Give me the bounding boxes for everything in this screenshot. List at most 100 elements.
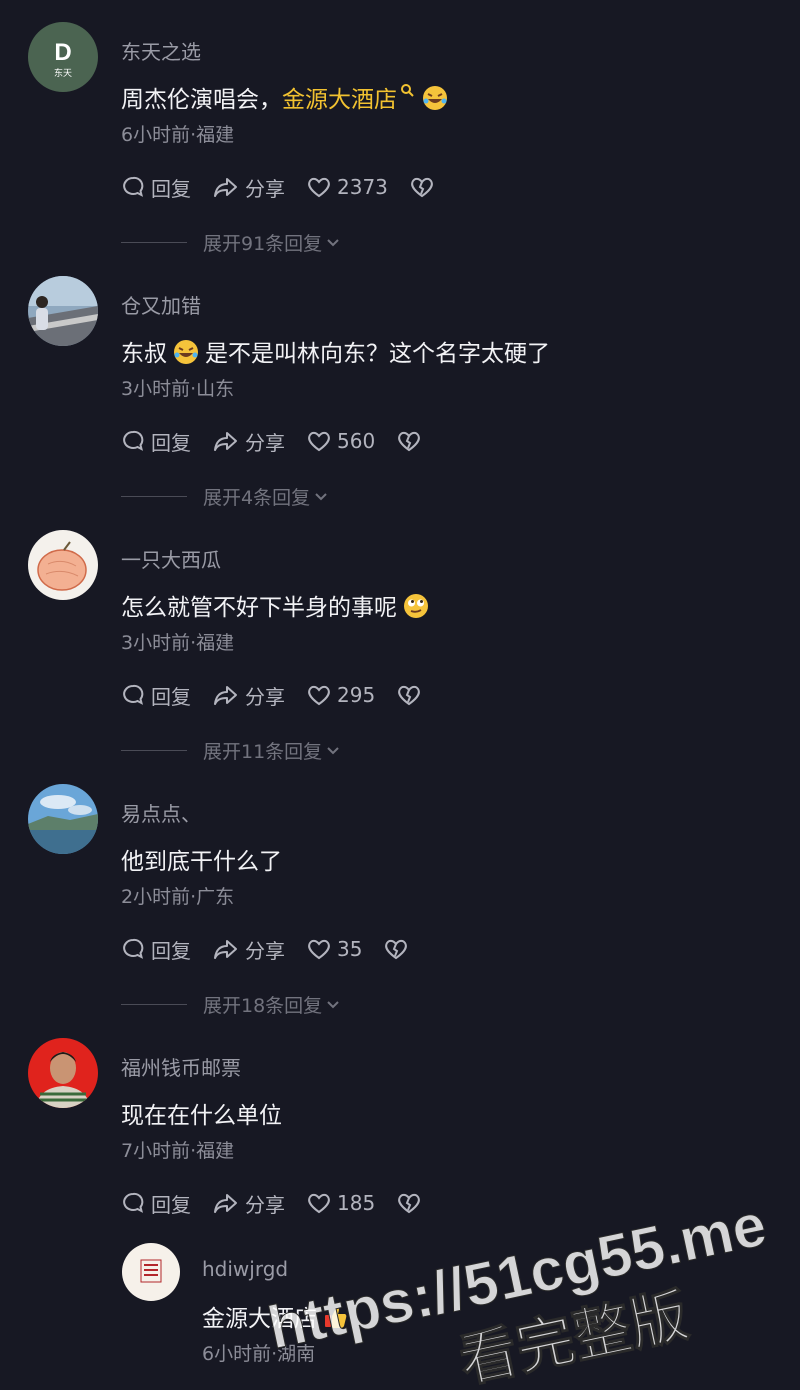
comment-text: 怎么就管不好下半身的事呢: [121, 588, 429, 622]
username[interactable]: 仓又加错: [121, 290, 201, 319]
eye-roll-emoji: [404, 594, 428, 618]
reply-button[interactable]: 回复: [121, 935, 191, 964]
share-label: 分享: [245, 938, 285, 963]
avatar-sub-text: 东天: [54, 67, 72, 79]
reply-button[interactable]: 回复: [121, 681, 191, 710]
username[interactable]: 东天之选: [121, 36, 201, 65]
broken-heart-icon: [398, 1193, 421, 1214]
username[interactable]: 一只大西瓜: [121, 544, 221, 573]
avatar[interactable]: [28, 530, 98, 600]
avatar[interactable]: [28, 784, 98, 854]
divider: [121, 750, 187, 751]
expand-label: 展开91条回复: [203, 233, 323, 255]
dislike-button[interactable]: [397, 1192, 427, 1214]
comment-text-part: 金源大酒店: [202, 1306, 317, 1332]
share-label: 分享: [245, 430, 285, 455]
timestamp-location: 6小时前·湖南: [202, 1343, 316, 1365]
reply-icon: [123, 430, 144, 451]
search-icon[interactable]: [400, 83, 416, 101]
reply-label: 回复: [151, 430, 191, 455]
timestamp-location: 2小时前·广东: [121, 886, 235, 908]
share-icon: [214, 1194, 237, 1213]
share-button[interactable]: 分享: [213, 935, 285, 964]
reply-label: 回复: [151, 684, 191, 709]
heart-icon: [308, 685, 330, 706]
expand-replies[interactable]: 展开91条回复: [121, 229, 340, 256]
share-button[interactable]: 分享: [213, 173, 285, 202]
broken-heart-icon: [385, 939, 408, 960]
broken-heart-icon: [398, 431, 421, 452]
reply-icon: [123, 176, 144, 197]
divider: [121, 496, 187, 497]
reply-button[interactable]: 回复: [121, 173, 191, 202]
share-label: 分享: [245, 176, 285, 201]
avatar[interactable]: D 东天: [28, 22, 98, 92]
like-count: 185: [337, 1191, 376, 1215]
like-button[interactable]: 295: [307, 683, 375, 707]
like-button[interactable]: 35: [307, 937, 362, 961]
heart-icon: [308, 1193, 330, 1214]
action-bar: 回复 分享 295: [121, 680, 449, 710]
action-bar: 回复 分享 35: [121, 934, 436, 964]
comment-text: 现在在什么单位: [121, 1103, 282, 1129]
dislike-button[interactable]: [397, 430, 427, 452]
heart-icon: [308, 431, 330, 452]
like-button[interactable]: 560: [307, 429, 375, 453]
dislike-button[interactable]: [410, 176, 440, 198]
comment-text-part: 是不是叫林向东？这个名字太硬了: [205, 341, 550, 367]
rofl-emoji: [174, 340, 198, 364]
expand-label: 展开4条回复: [203, 487, 311, 509]
comment-item: 一只大西瓜 怎么就管不好下半身的事呢 3小时前·福建 回复 分享 295 展开1…: [0, 530, 800, 784]
share-label: 分享: [245, 1192, 285, 1217]
comment-item: 仓又加错 东叔 是不是叫林向东？这个名字太硬了 3小时前·山东 回复 分享 560…: [0, 276, 800, 530]
reply-label: 回复: [151, 176, 191, 201]
heart-icon: [308, 939, 330, 960]
comment-text-part: 怎么就管不好下半身的事呢: [121, 595, 397, 621]
dislike-button[interactable]: [384, 938, 414, 960]
chevron-down-icon: [327, 238, 339, 246]
like-button[interactable]: 185: [307, 1191, 375, 1215]
hotel-link[interactable]: 金源大酒店: [282, 87, 397, 113]
comment-text: 周杰伦演唱会，金源大酒店: [121, 80, 448, 114]
share-icon: [214, 940, 237, 959]
reply-icon: [123, 684, 144, 705]
comment-item: 易点点、 他到底干什么了 2小时前·广东 回复 分享 35 展开18条回复: [0, 784, 800, 1038]
timestamp-location: 7小时前·福建: [121, 1140, 235, 1162]
comment-text-part: 东叔: [121, 341, 167, 367]
avatar[interactable]: [28, 276, 98, 346]
broken-heart-icon: [411, 177, 433, 198]
username[interactable]: 易点点、: [121, 798, 201, 827]
chevron-down-icon: [327, 1000, 339, 1008]
reply-label: 回复: [151, 938, 191, 963]
reply-icon: [123, 1192, 144, 1213]
timestamp-location: 6小时前·福建: [121, 124, 235, 146]
avatar[interactable]: [28, 1038, 98, 1108]
share-button[interactable]: 分享: [213, 1189, 285, 1218]
expand-label: 展开11条回复: [203, 741, 323, 763]
comment-text: 他到底干什么了: [121, 849, 282, 875]
expand-replies[interactable]: 展开4条回复: [121, 483, 328, 510]
timestamp-location: 3小时前·山东: [121, 378, 235, 400]
reply-icon: [123, 938, 144, 959]
reply-button[interactable]: 回复: [121, 427, 191, 456]
timestamp-location: 3小时前·福建: [121, 632, 235, 654]
divider: [121, 242, 187, 243]
share-button[interactable]: 分享: [213, 427, 285, 456]
divider: [121, 1004, 187, 1005]
chevron-down-icon: [327, 746, 339, 754]
share-icon: [214, 686, 237, 705]
like-count: 35: [337, 937, 363, 961]
username[interactable]: 福州钱币邮票: [121, 1052, 241, 1081]
expand-replies[interactable]: 展开18条回复: [121, 991, 340, 1018]
broken-heart-icon: [398, 685, 421, 706]
username[interactable]: hdiwjrgd: [202, 1257, 288, 1281]
rofl-emoji: [423, 86, 447, 110]
share-button[interactable]: 分享: [213, 681, 285, 710]
share-label: 分享: [245, 684, 285, 709]
dislike-button[interactable]: [397, 684, 427, 706]
avatar[interactable]: [122, 1243, 180, 1301]
like-count: 2373: [337, 175, 388, 199]
like-button[interactable]: 2373: [307, 175, 388, 199]
reply-button[interactable]: 回复: [121, 1189, 191, 1218]
expand-replies[interactable]: 展开11条回复: [121, 737, 340, 764]
